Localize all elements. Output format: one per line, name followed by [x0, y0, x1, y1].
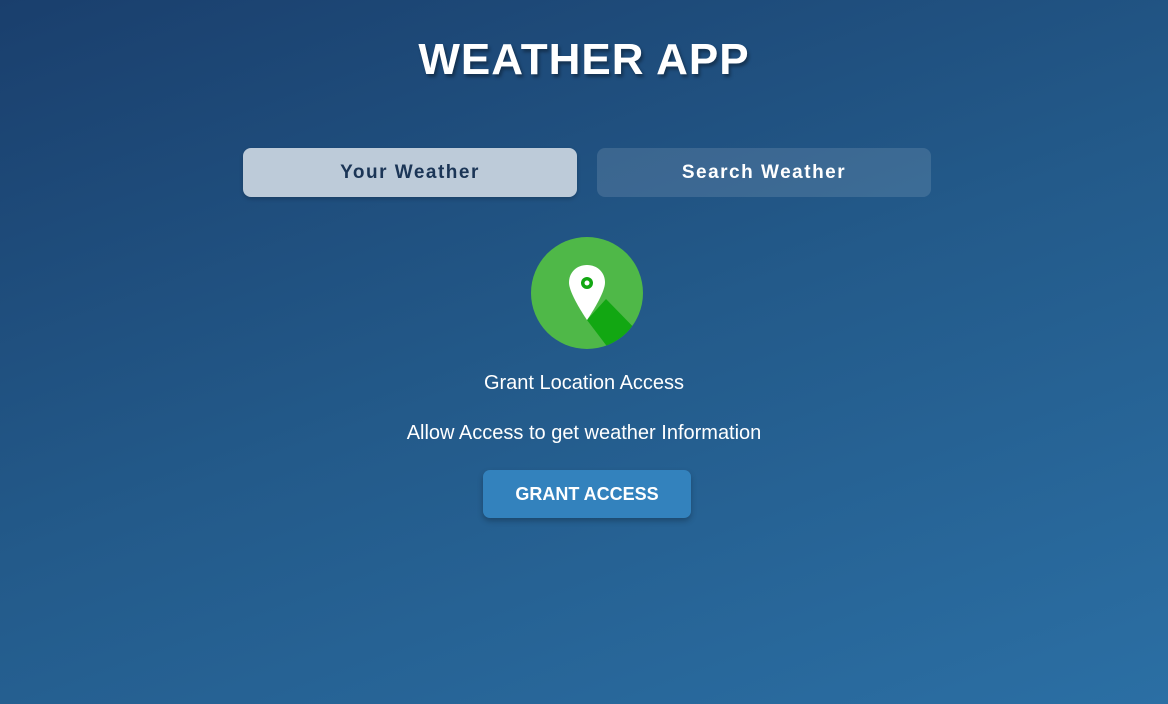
app-title: WEATHER APP: [418, 35, 750, 84]
grant-access-button[interactable]: GRANT ACCESS: [483, 470, 691, 518]
tab-search-weather[interactable]: Search Weather: [597, 148, 931, 197]
location-pin-icon: [531, 237, 643, 349]
grant-location-description: Allow Access to get weather Information: [406, 422, 762, 444]
grant-location-title: Grant Location Access: [483, 372, 685, 394]
tab-bar: Your Weather Search Weather: [243, 148, 931, 197]
tab-your-weather[interactable]: Your Weather: [243, 148, 577, 197]
